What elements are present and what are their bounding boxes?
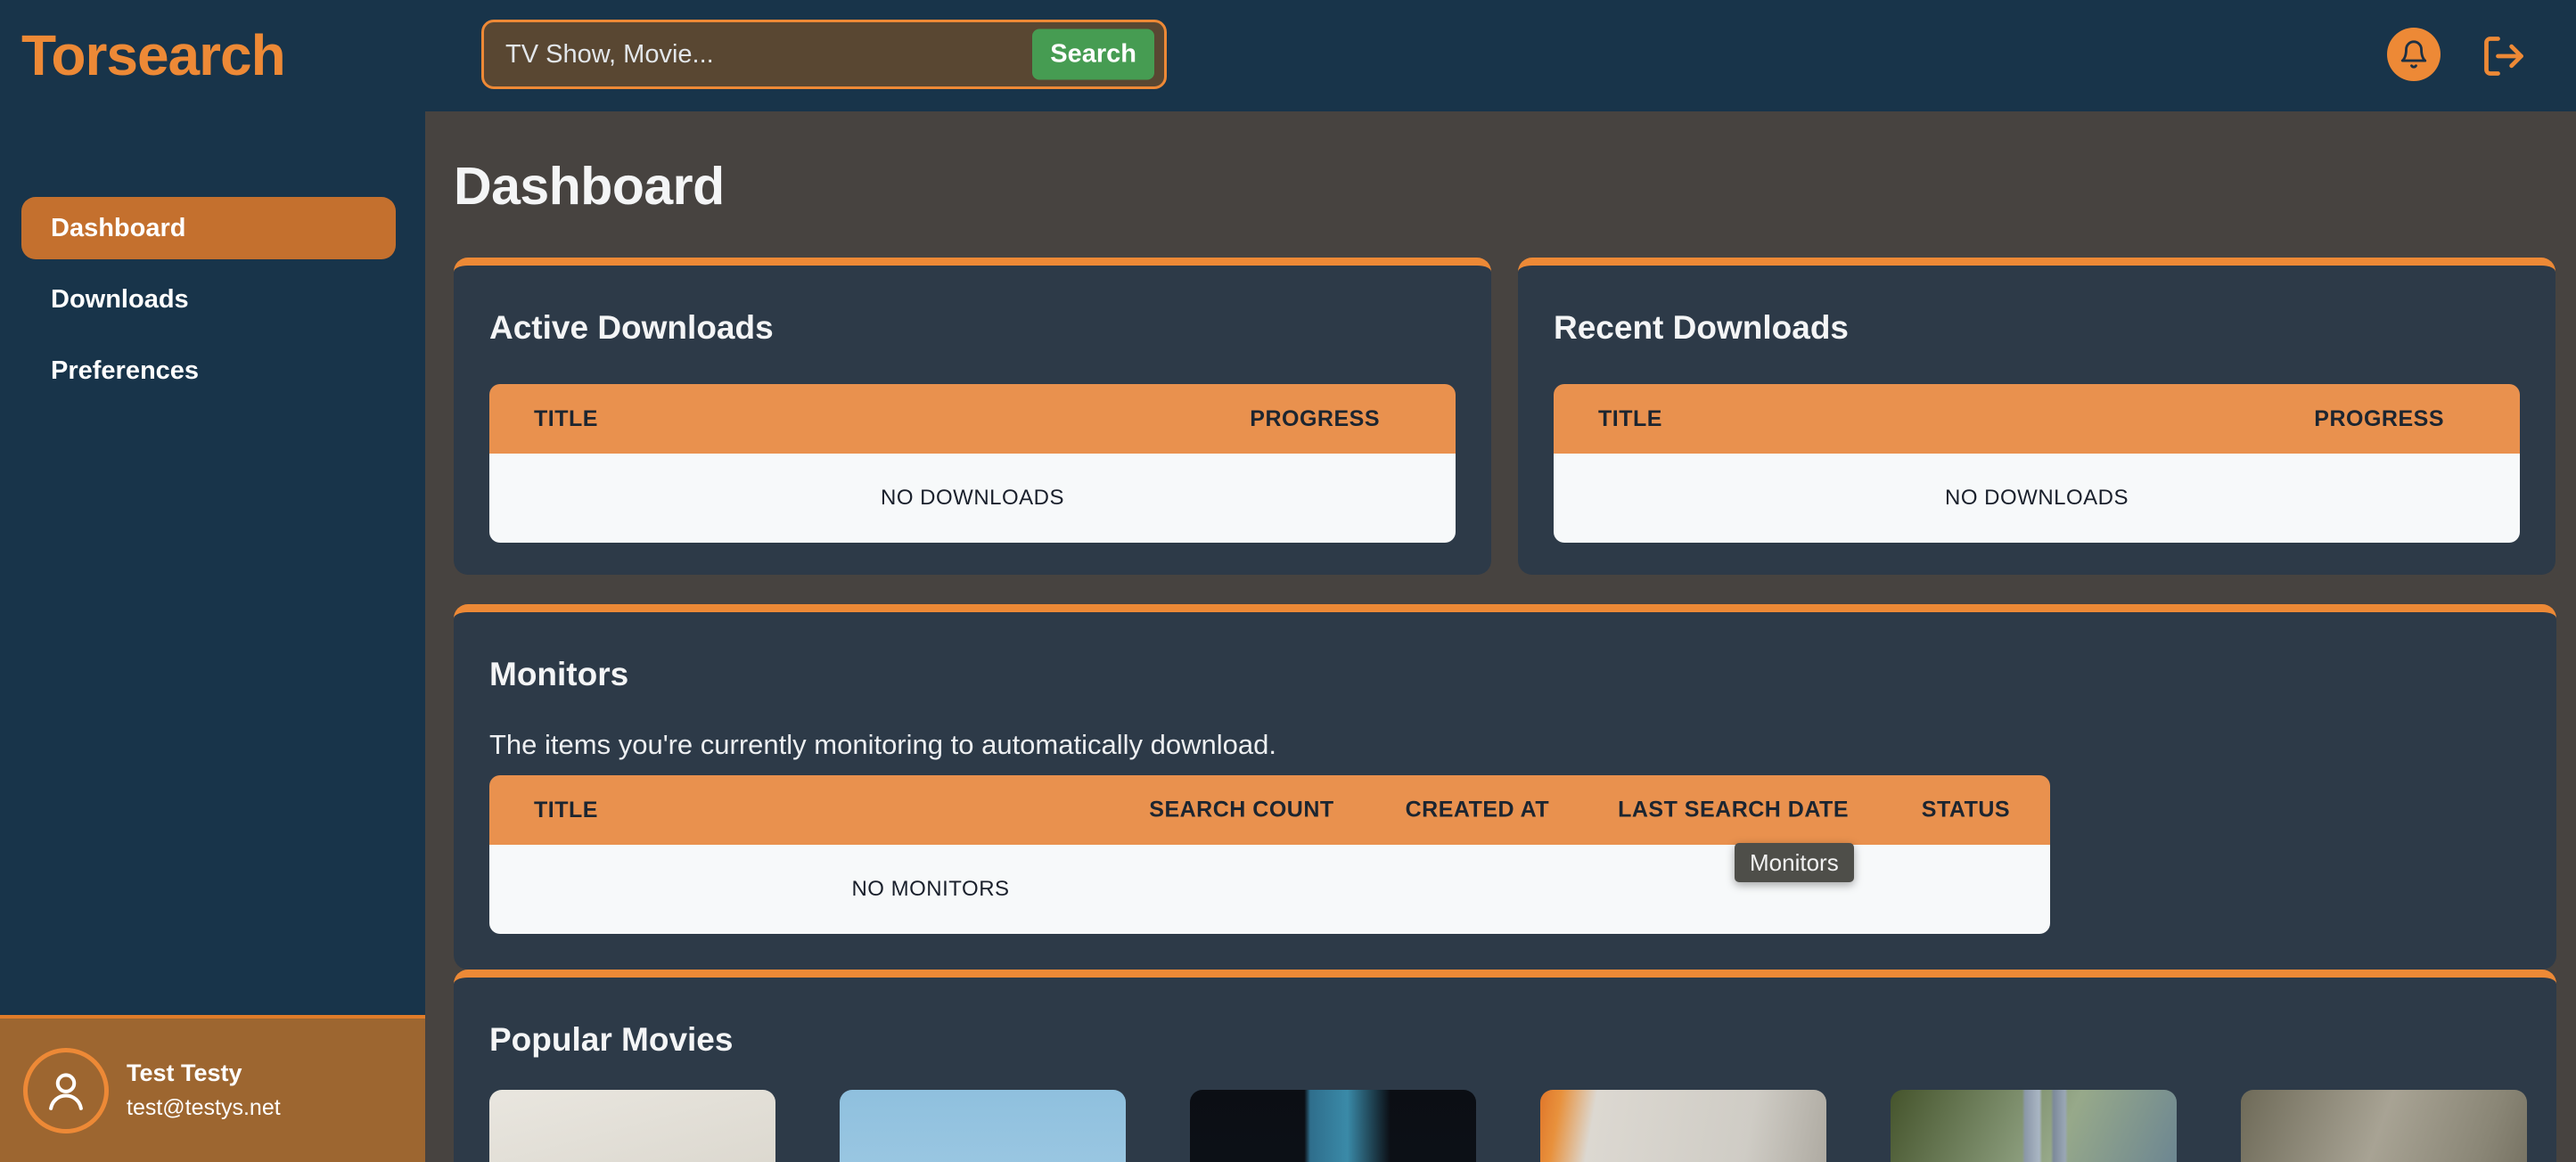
active-downloads-card: Active Downloads TITLE PROGRESS NO DOWNL… [454, 258, 1491, 575]
table-header-row: TITLE PROGRESS [489, 384, 1456, 454]
app-logo: Torsearch [21, 0, 285, 111]
search-button[interactable]: Search [1032, 29, 1154, 80]
recent-downloads-table: TITLE PROGRESS NO DOWNLOADS [1554, 384, 2520, 543]
movie-poster[interactable] [1540, 1090, 1826, 1162]
notifications-button[interactable] [2387, 28, 2441, 81]
active-downloads-table: TITLE PROGRESS NO DOWNLOADS [489, 384, 1456, 543]
main-content: Dashboard Active Downloads TITLE PROGRES… [425, 111, 2576, 1162]
table-header-row: TITLE PROGRESS [1554, 384, 2520, 454]
user-name: Test Testy [127, 1060, 281, 1087]
popular-movies-title: Popular Movies [489, 1021, 2521, 1059]
logout-button[interactable] [2479, 31, 2529, 81]
table-empty-row: NO DOWNLOADS [1554, 454, 2520, 543]
sidebar: Dashboard Downloads Preferences Test Tes… [0, 111, 425, 1162]
table-header-row: TITLE SEARCH COUNT CREATED AT LAST SEARC… [489, 775, 2050, 845]
app-window: Torsearch Search [0, 0, 2576, 1162]
table-empty-row: NO DOWNLOADS [489, 454, 1456, 543]
bell-icon [2399, 39, 2429, 70]
empty-state-text: NO DOWNLOADS [881, 486, 1064, 511]
column-header-created-at: CREATED AT [1406, 798, 1549, 823]
recent-downloads-card: Recent Downloads TITLE PROGRESS NO DOWNL… [1518, 258, 2555, 575]
sidebar-item-preferences[interactable]: Preferences [21, 340, 396, 402]
column-header-title: TITLE [1598, 406, 1662, 432]
column-header-search-count: SEARCH COUNT [1149, 798, 1333, 823]
user-meta: Test Testy test@testys.net [127, 1060, 281, 1121]
avatar [23, 1048, 109, 1133]
sidebar-item-downloads[interactable]: Downloads [21, 268, 396, 331]
page-title: Dashboard [454, 156, 2556, 217]
user-email: test@testys.net [127, 1095, 281, 1121]
column-header-last-search-date: LAST SEARCH DATE [1618, 798, 1849, 823]
search-bar: Search [481, 20, 1167, 89]
empty-state-text: NO DOWNLOADS [1945, 486, 2129, 511]
movie-poster[interactable] [840, 1090, 1126, 1162]
movie-poster[interactable] [1891, 1090, 2177, 1162]
movie-poster[interactable] [2241, 1090, 2527, 1162]
empty-state-text: NO MONITORS [851, 877, 1009, 902]
search-input[interactable] [484, 22, 1031, 86]
logout-icon [2481, 33, 2527, 79]
recent-downloads-title: Recent Downloads [1554, 309, 2520, 347]
poster-row [489, 1090, 2521, 1162]
column-header-title: TITLE [534, 406, 598, 432]
user-panel[interactable]: Test Testy test@testys.net [0, 1015, 425, 1162]
sidebar-item-dashboard[interactable]: Dashboard [21, 197, 396, 259]
downloads-cards-row: Active Downloads TITLE PROGRESS NO DOWNL… [454, 258, 2556, 575]
movie-poster[interactable] [1190, 1090, 1476, 1162]
popular-movies-card: Popular Movies [454, 970, 2556, 1162]
column-header-status: STATUS [1922, 798, 2010, 823]
monitors-description: The items you're currently monitoring to… [489, 729, 2521, 761]
topbar: Torsearch Search [0, 0, 2576, 111]
column-header-title: TITLE [489, 798, 598, 823]
person-icon [42, 1067, 90, 1115]
monitors-title: Monitors [489, 656, 2521, 693]
column-header-progress: PROGRESS [1250, 406, 1380, 432]
monitors-card: Monitors The items you're currently moni… [454, 604, 2556, 970]
sidebar-nav: Dashboard Downloads Preferences [21, 197, 396, 402]
monitors-tooltip: Monitors [1735, 843, 1854, 882]
column-header-progress: PROGRESS [2314, 406, 2444, 432]
movie-poster[interactable] [489, 1090, 775, 1162]
active-downloads-title: Active Downloads [489, 309, 1456, 347]
